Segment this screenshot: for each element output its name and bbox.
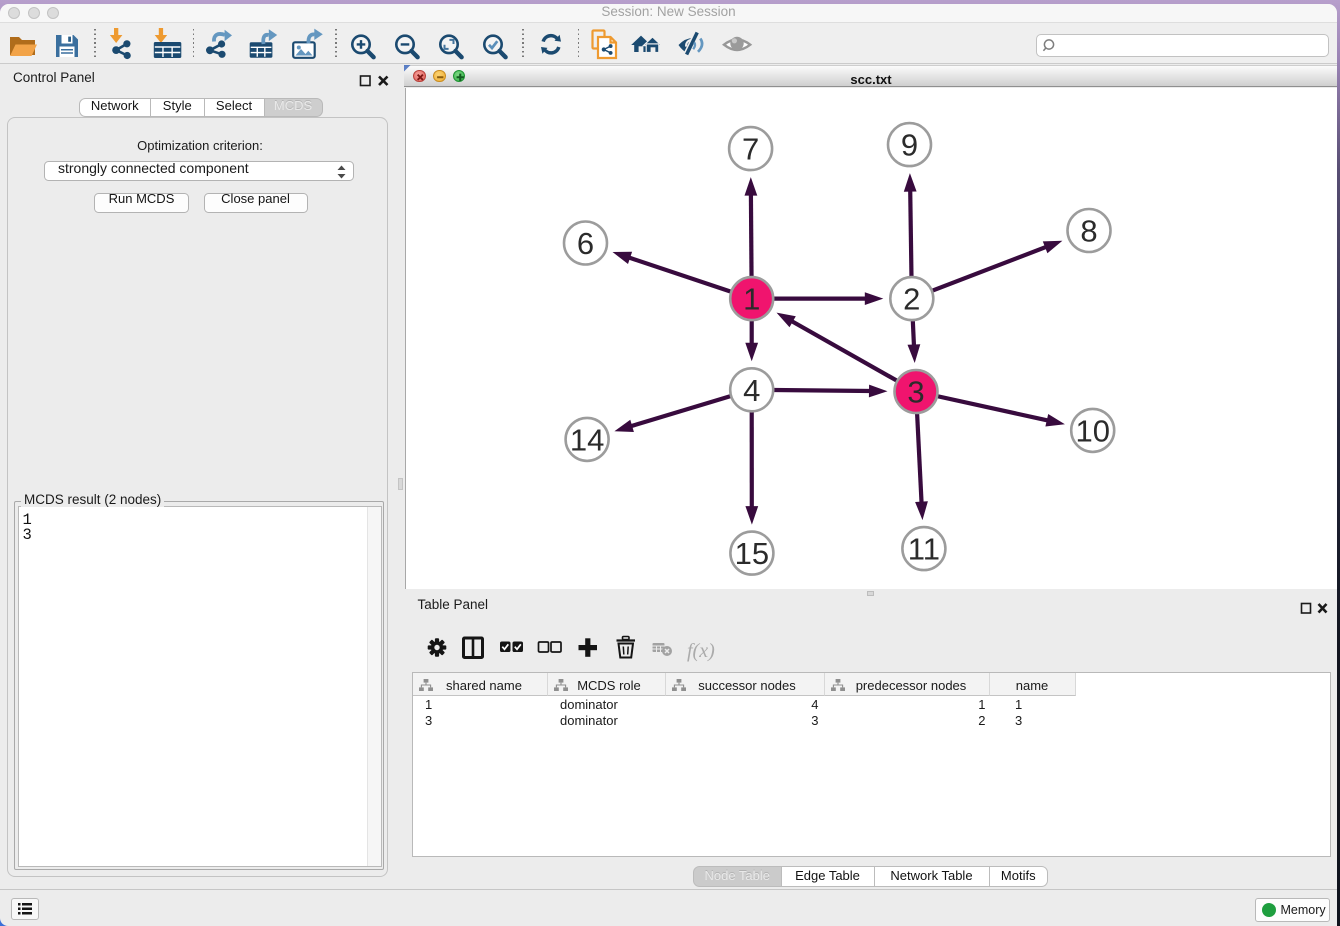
svg-text:f(x): f(x) <box>687 640 715 662</box>
